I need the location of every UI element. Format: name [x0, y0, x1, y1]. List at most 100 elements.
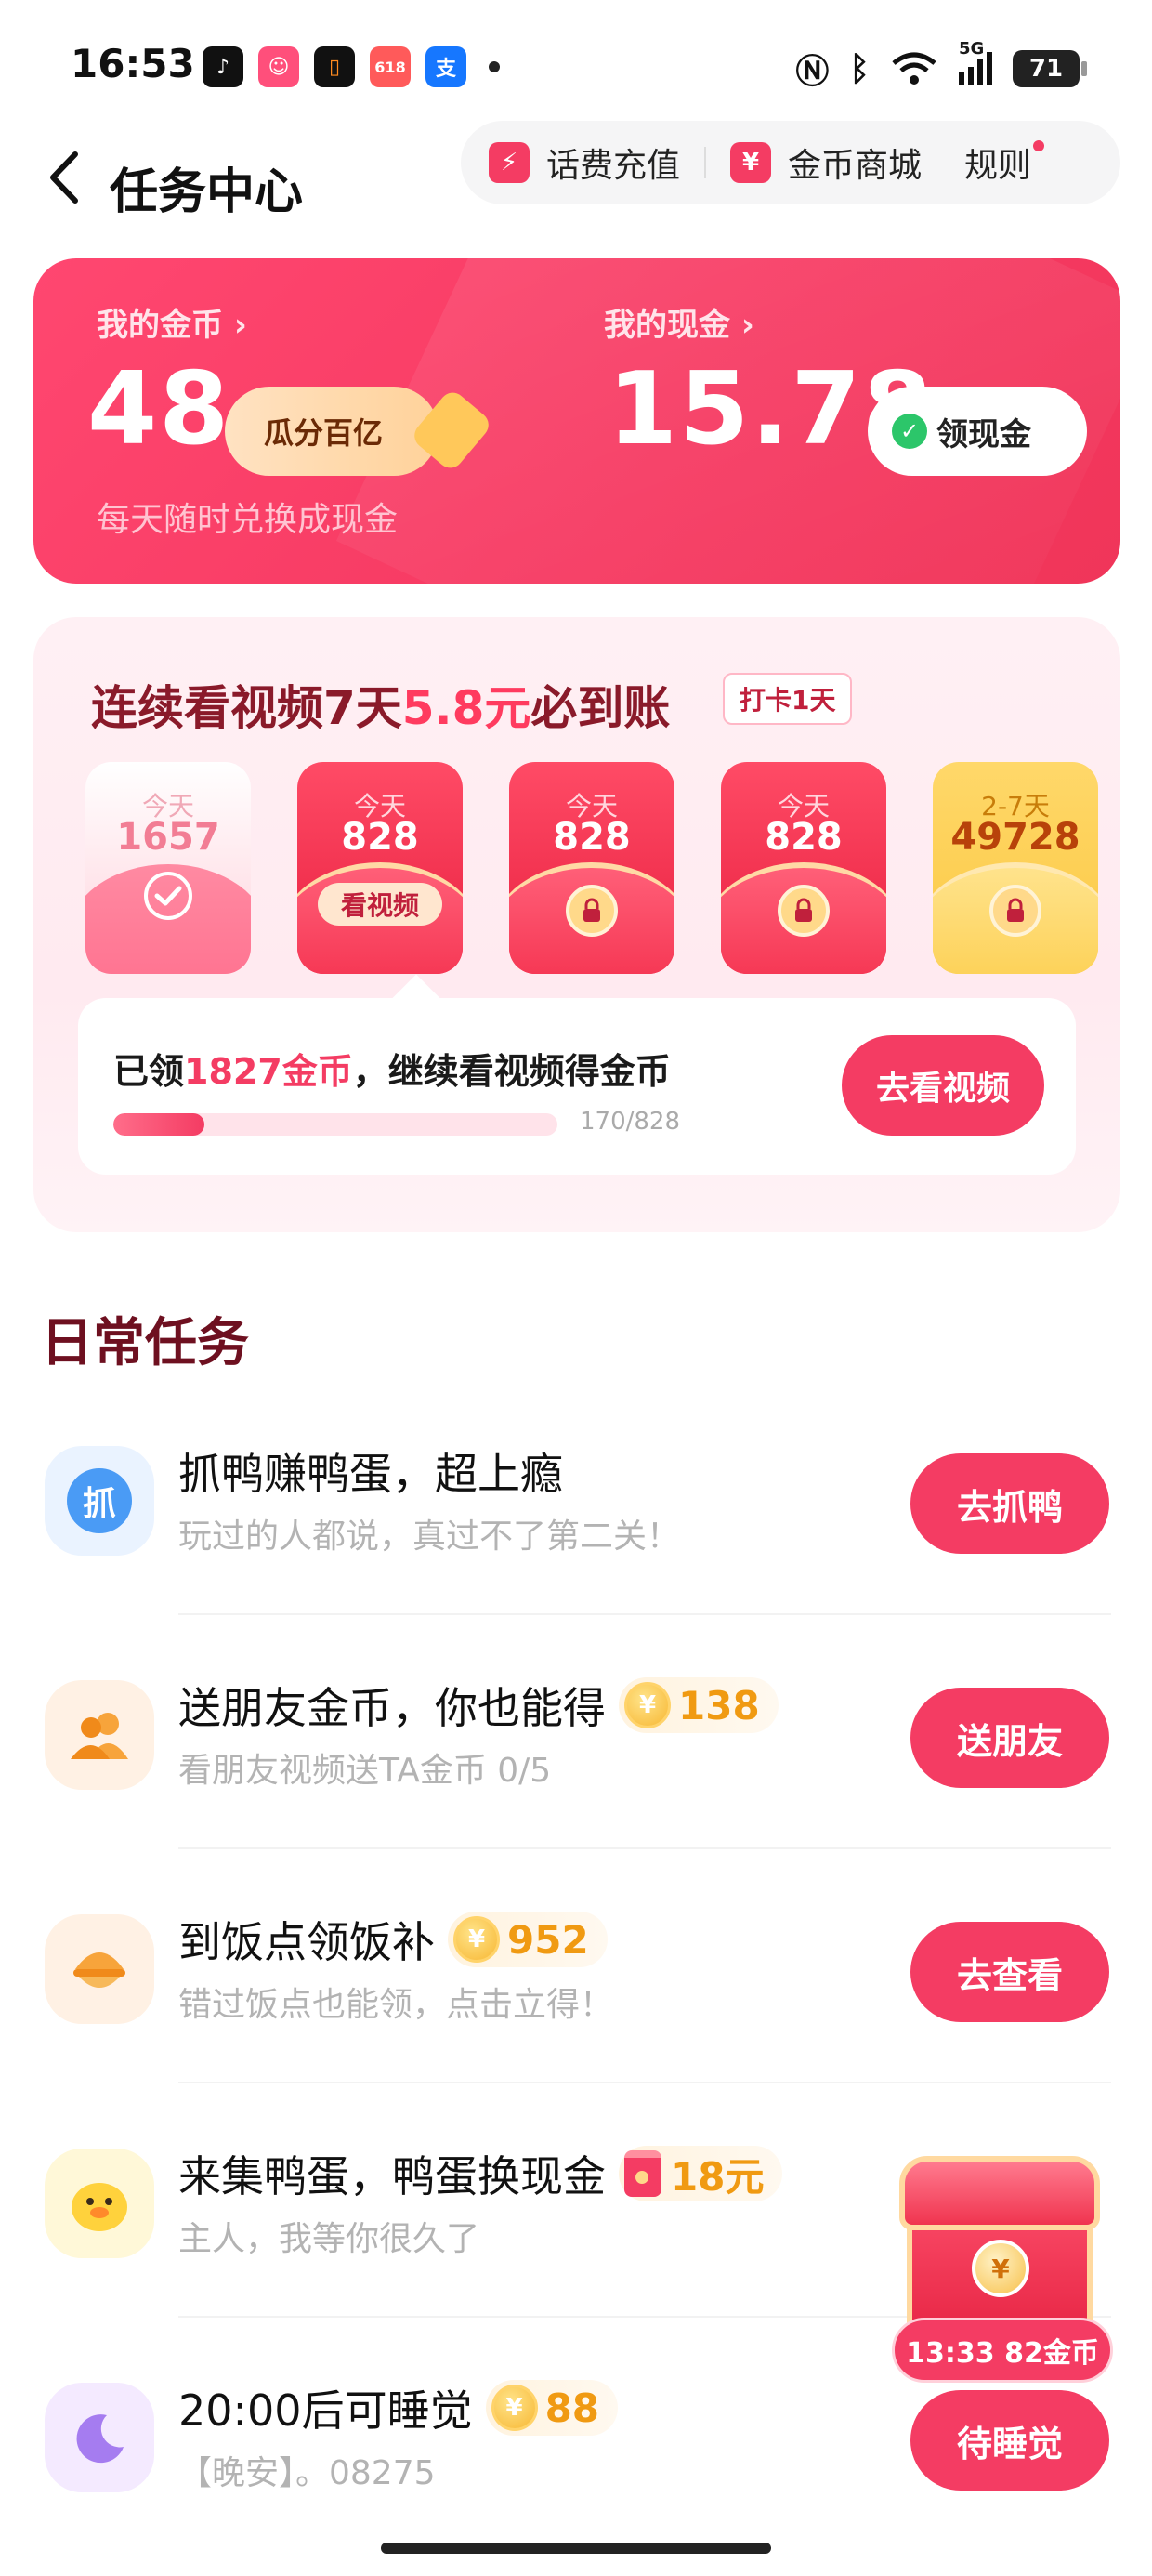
- reward-amount: 138: [678, 1682, 760, 1728]
- task-desc: 看朋友视频送TA金币 0/5: [178, 1752, 552, 1790]
- lock-icon: [989, 885, 1041, 937]
- cartoon-app-icon: ☺: [258, 46, 299, 87]
- sleep-button[interactable]: 待睡觉: [910, 2390, 1109, 2491]
- task-title: 到饭点领饭补 ¥952: [178, 1909, 608, 1970]
- lightning-icon: ⚡: [489, 142, 530, 183]
- guafen-button[interactable]: 瓜分百亿: [225, 387, 439, 476]
- signal-icon: 5G: [959, 39, 992, 85]
- withdraw-cash-button[interactable]: ✓ 领现金: [868, 387, 1087, 476]
- friends-icon: [45, 1680, 154, 1790]
- reward-envelopes: 今天 1657 今天 828 看视频 今天 828 今天 828 2-7天 49…: [85, 762, 1107, 976]
- home-indicator[interactable]: [381, 2543, 771, 2554]
- catch-glyph: 抓: [67, 1468, 132, 1533]
- check-icon: [144, 872, 192, 920]
- task-meal-subsidy: 到饭点领饭补 ¥952 错过饭点也能领，点击立得！ 去查看: [0, 1877, 1152, 2111]
- lock-icon: [778, 885, 830, 937]
- cash-reward-badge: 18元: [619, 2146, 783, 2201]
- wifi-icon: [892, 52, 936, 85]
- my-cash-link[interactable]: 我的现金 ›: [604, 299, 754, 345]
- streak-title-highlight: 5.8元: [401, 681, 531, 735]
- task-title-text: 抓鸭赚鸭蛋，超上瘾: [178, 1449, 563, 1499]
- envelope-amount: 828: [341, 816, 419, 859]
- divider: [178, 1613, 1111, 1615]
- progress-prefix: 已领: [113, 1051, 185, 1092]
- task-desc: 错过饭点也能领，点击立得！: [178, 1986, 614, 2024]
- coin-icon: ¥: [491, 2385, 538, 2431]
- alipay-app-icon: 支: [425, 46, 466, 87]
- rules-label: 规则: [964, 147, 1032, 185]
- envelope-locked: 今天 828: [509, 762, 674, 974]
- reward-amount: 88: [544, 2385, 600, 2431]
- envelope-amount: 828: [553, 816, 631, 859]
- system-icons: Ⓝ ᛒ 5G 71: [795, 39, 1087, 93]
- coin-reward-badge: ¥138: [619, 1677, 779, 1733]
- wechat-icon: ✓: [892, 414, 927, 449]
- task-desc: 玩过的人都说，真过不了第二关！: [178, 1518, 681, 1556]
- task-title: 抓鸭赚鸭蛋，超上瘾: [178, 1440, 563, 1502]
- reward-amount: 952: [507, 1916, 589, 1963]
- progress-count: 170/828: [580, 1108, 681, 1136]
- watch-video-tag: 看视频: [318, 883, 442, 926]
- tiktok-app-icon: ♪: [203, 46, 243, 87]
- more-notifications-dot: [489, 61, 500, 72]
- divider: [704, 147, 707, 178]
- task-title: 来集鸭蛋，鸭蛋换现金 18元: [178, 2143, 783, 2204]
- streak-title-prefix: 连续看视频7天: [91, 681, 402, 735]
- checkin-days-badge: 打卡1天: [723, 673, 853, 725]
- progress-bar-fill: [113, 1113, 204, 1136]
- withdraw-label: 领现金: [936, 415, 1031, 453]
- header-shortcuts: ⚡ 话费充值 ¥ 金币商城 规则: [461, 121, 1120, 204]
- progress-highlight: 1827金币: [184, 1051, 353, 1092]
- recharge-label: 话费充值: [546, 147, 681, 185]
- recharge-link[interactable]: ⚡ 话费充值: [489, 138, 680, 187]
- envelope-locked: 今天 828: [721, 762, 886, 974]
- envelope-amount: 828: [765, 816, 843, 859]
- nfc-icon: Ⓝ: [795, 53, 830, 91]
- coin-mall-link[interactable]: ¥ 金币商城: [730, 138, 922, 187]
- back-arrow-icon[interactable]: [37, 145, 89, 210]
- ticket-icon: ¥: [730, 142, 772, 183]
- divider: [942, 147, 944, 178]
- daily-tasks-title: 日常任务: [41, 1313, 249, 1373]
- chest-lid: [899, 2156, 1100, 2230]
- shop-618-app-icon: 618: [370, 46, 411, 87]
- catch-duck-button[interactable]: 去抓鸭: [910, 1453, 1109, 1554]
- status-bar: 16:53 ♪ ☺ ▯ 618 支 Ⓝ ᛒ 5G 71: [0, 0, 1152, 130]
- progress-suffix: ，继续看视频得金币: [352, 1051, 671, 1092]
- rules-link[interactable]: 规则: [964, 138, 1045, 187]
- moon-icon: [45, 2383, 154, 2492]
- wallet-card: 我的金币 › 48 瓜分百亿 每天随时兑换成现金 我的现金 › 15.78 ✓ …: [33, 258, 1120, 584]
- check-meal-button[interactable]: 去查看: [910, 1922, 1109, 2022]
- catch-duck-icon: 抓: [45, 1446, 154, 1556]
- my-coins-link[interactable]: 我的金币 ›: [97, 299, 247, 345]
- video-streak-card: 连续看视频7天5.8元必到账 打卡1天 今天 1657 今天 828 看视频 今…: [33, 617, 1120, 1232]
- progress-text: 已领1827金币，继续看视频得金币: [113, 1043, 671, 1094]
- task-title-text: 送朋友金币，你也能得: [178, 1683, 606, 1733]
- envelope-today-watch[interactable]: 今天 828 看视频: [297, 762, 463, 974]
- treasure-countdown[interactable]: 13:33 82金币: [892, 2318, 1113, 2383]
- page-title: 任务中心: [110, 164, 304, 220]
- coin-icon: ¥: [624, 1682, 671, 1728]
- notification-app-icons: ♪ ☺ ▯ 618 支: [203, 46, 500, 87]
- duckling-icon: [45, 2149, 154, 2258]
- task-desc: 【晚安】。08275: [178, 2454, 436, 2492]
- envelope-day-claimed: 今天 1657: [85, 762, 251, 974]
- status-time: 16:53: [71, 41, 195, 86]
- coins-subtitle: 每天随时兑换成现金: [97, 501, 399, 539]
- new-badge-dot: [1033, 140, 1045, 151]
- coin-reward-badge: ¥88: [485, 2380, 619, 2436]
- gift-friend-button[interactable]: 送朋友: [910, 1688, 1109, 1788]
- reward-amount: 18元: [671, 2153, 765, 2200]
- meal-bowl-icon: [45, 1914, 154, 2024]
- coin-icon: ¥: [453, 1916, 500, 1963]
- task-title-text: 到饭点领饭补: [178, 1917, 435, 1967]
- envelope-amount: 1657: [116, 816, 220, 859]
- red-packet-icon: [624, 2150, 661, 2197]
- streak-title-suffix: 必到账: [530, 681, 671, 735]
- yuan-coin-icon: ¥: [972, 2240, 1029, 2297]
- task-title-text: 来集鸭蛋，鸭蛋换现金: [178, 2151, 606, 2201]
- coins-value: 48: [87, 351, 231, 467]
- watch-video-button[interactable]: 去看视频: [842, 1035, 1044, 1136]
- coin-reward-badge: ¥952: [448, 1912, 608, 1967]
- battery-icon: 71: [1013, 50, 1087, 87]
